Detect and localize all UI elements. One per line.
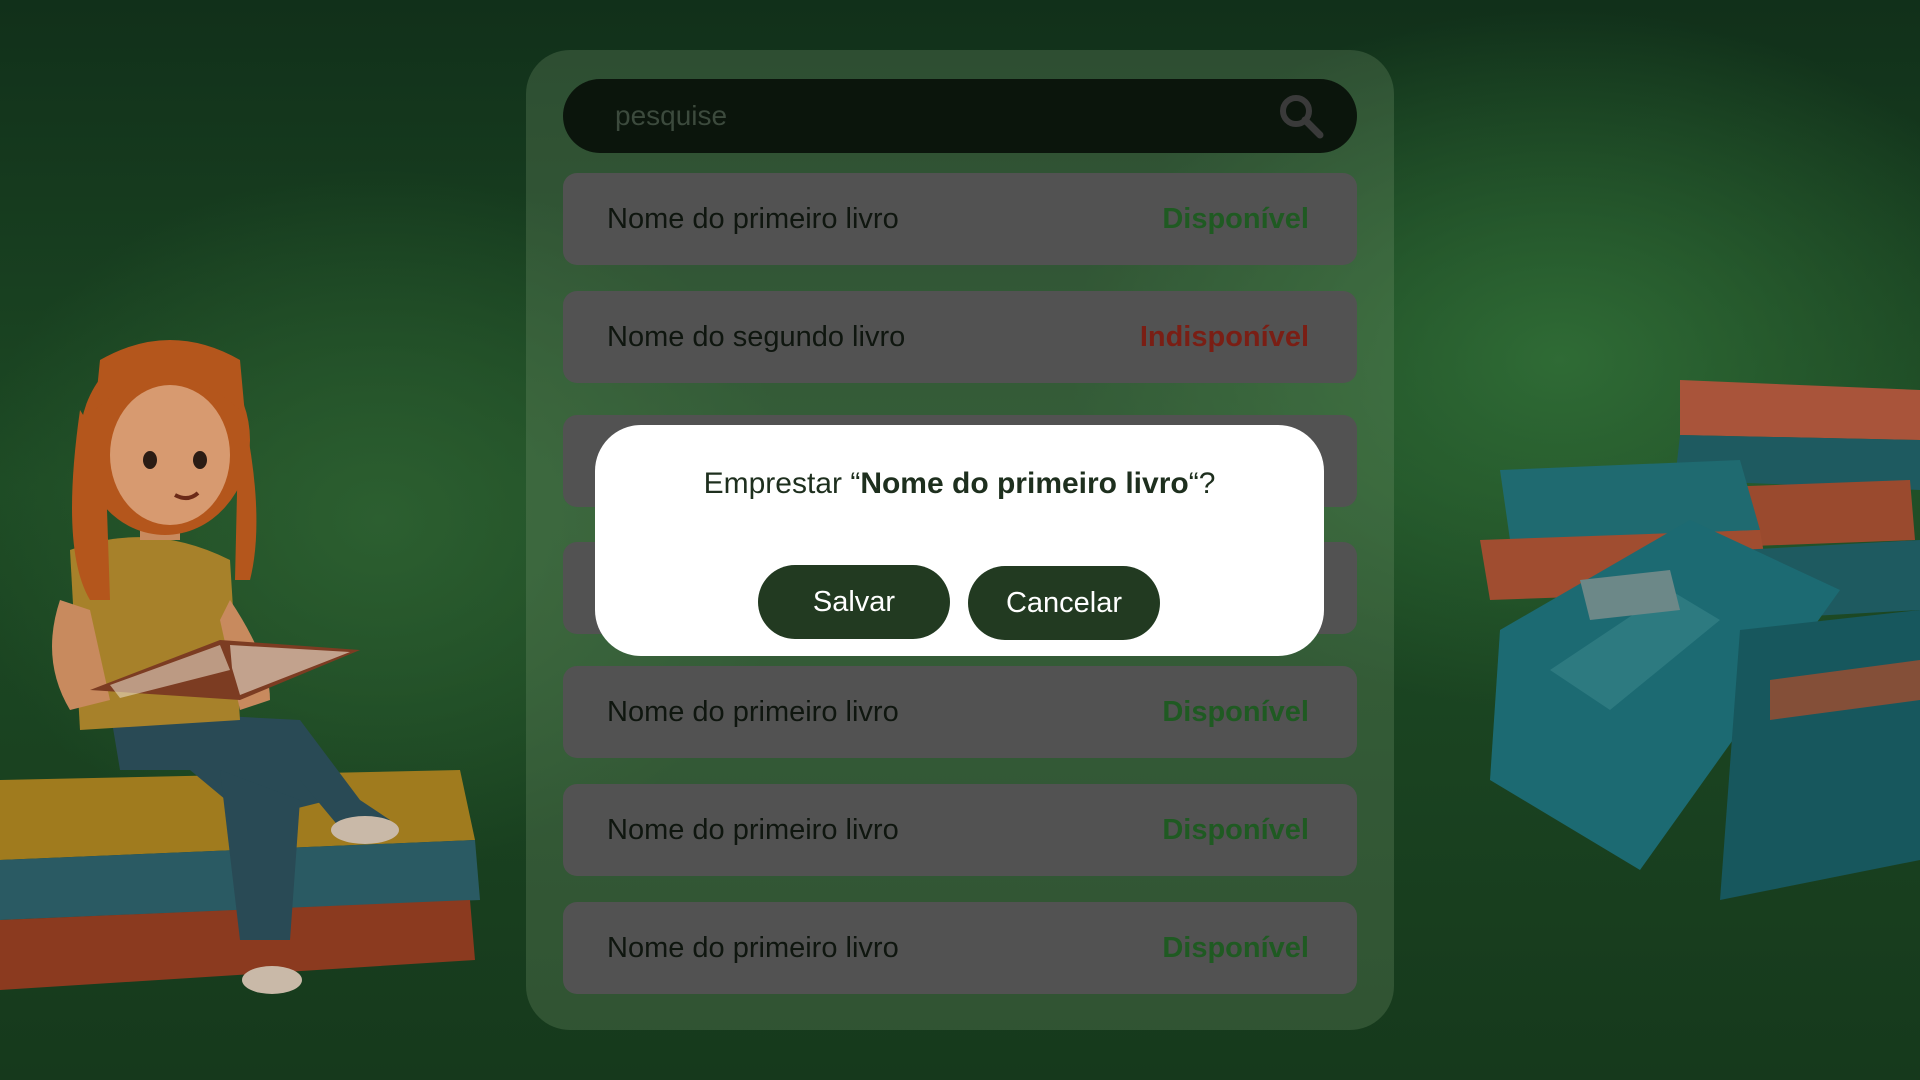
book-title: Nome do primeiro livro <box>607 931 899 964</box>
book-status-badge: Disponível <box>1162 202 1309 235</box>
cancel-button[interactable]: Cancelar <box>968 566 1160 640</box>
save-button[interactable]: Salvar <box>758 565 950 639</box>
book-status-badge: Disponível <box>1162 931 1309 964</box>
book-title: Nome do primeiro livro <box>607 695 899 728</box>
search-bar <box>563 79 1357 153</box>
dialog-message-prefix: Emprestar “ <box>703 467 861 500</box>
girl-reading-illustration <box>0 340 480 994</box>
book-title: Nome do primeiro livro <box>607 813 899 846</box>
loan-confirm-dialog: Emprestar “Nome do primeiro livro“? Salv… <box>595 425 1324 656</box>
book-row[interactable]: Nome do primeiro livro Disponível <box>563 902 1357 994</box>
book-title: Nome do primeiro livro <box>607 202 899 235</box>
book-title: Nome do segundo livro <box>607 320 906 353</box>
book-row[interactable]: Nome do primeiro livro Disponível <box>563 784 1357 876</box>
book-status-badge: Indisponível <box>1139 320 1309 353</box>
search-button[interactable] <box>1271 86 1331 146</box>
book-row[interactable]: Nome do primeiro livro Disponível <box>563 173 1357 265</box>
dialog-message: Emprestar “Nome do primeiro livro“? <box>595 467 1324 501</box>
dialog-message-suffix: “? <box>1188 467 1216 500</box>
dialog-book-title: Nome do primeiro livro <box>860 467 1189 500</box>
book-pile-illustration <box>1480 380 1920 900</box>
book-row[interactable]: Nome do primeiro livro Disponível <box>563 666 1357 758</box>
search-icon <box>1280 95 1324 139</box>
book-row[interactable]: Nome do segundo livro Indisponível <box>563 291 1357 383</box>
search-input[interactable] <box>563 79 1271 153</box>
book-status-badge: Disponível <box>1162 695 1309 728</box>
book-status-badge: Disponível <box>1162 813 1309 846</box>
